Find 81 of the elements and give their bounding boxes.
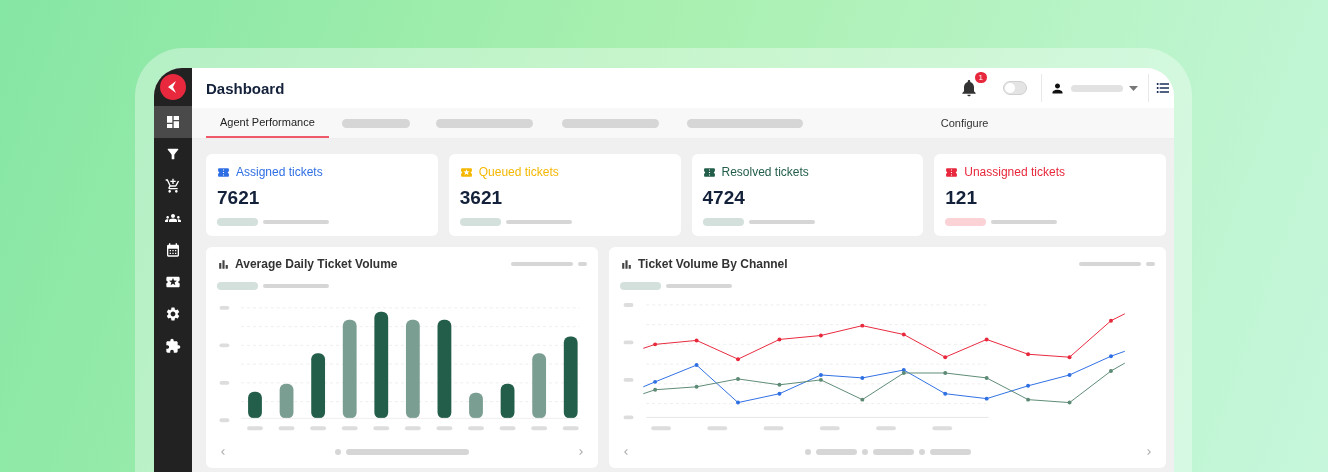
placeholder-bar [929,449,971,455]
axis-label-placeholder [499,426,516,431]
axis-label-placeholder [763,426,784,431]
placeholder-bar [861,449,868,455]
axis-label-placeholder [219,418,230,423]
stat-label: Assigned tickets [236,165,323,179]
cart-icon [165,178,181,194]
axis-label-placeholder [436,426,453,431]
axis-label-placeholder [219,380,230,385]
caret-icon [1129,85,1138,91]
placeholder-bar [1079,262,1141,266]
axis-label-placeholder [341,426,358,431]
stat-value: 3621 [459,187,504,209]
sidebar-item[interactable] [154,106,192,138]
axis-label-placeholder [310,426,327,431]
chart-bar [500,383,515,419]
axis-label-placeholder [876,426,896,431]
axis-label-placeholder [373,426,390,431]
placeholder-bar [511,262,573,266]
axis-label-placeholder [404,426,421,431]
calendar-icon [165,242,181,258]
axis-label-placeholder [219,343,230,348]
placeholder-bar [335,449,341,455]
notification-button[interactable] [959,78,979,98]
placeholder-bar [217,282,258,290]
chart-bar [311,353,326,419]
axis-label-placeholder [623,302,634,307]
placeholder-bar [578,262,587,266]
bar-chart-icon [217,257,230,271]
axis-label-placeholder [278,426,295,431]
placeholder-bar [815,449,857,455]
settings-icon [165,306,181,322]
axis-label-placeholder [247,426,263,431]
placeholder-bar [804,449,811,455]
stat-value: 7621 [217,187,261,209]
stat-value: 121 [945,187,978,209]
chart-bar [279,383,294,419]
placeholder-bar [1071,84,1123,92]
page-title: Dashboard [206,79,286,97]
placeholder-bar [666,284,732,288]
toggle-switch[interactable] [1003,81,1027,95]
logo-icon[interactable] [160,74,186,100]
axis-label-placeholder [819,426,840,431]
menu-icon[interactable] [1155,80,1171,96]
placeholder-bar [918,449,925,455]
configure-link[interactable]: Configure [940,117,989,129]
chart-bar [532,353,547,419]
tab[interactable]: Agent Performance [206,108,329,138]
axis-label-placeholder [707,426,728,431]
stat-value: 4724 [702,187,746,209]
axis-label-placeholder [651,426,671,431]
axis-label-placeholder [219,305,230,310]
notification-badge: 1 [974,72,987,83]
chart-title: Ticket Volume By Channel [638,257,789,271]
ticket-icon [165,274,181,290]
placeholder-bar [263,284,329,288]
axis-label-placeholder [623,415,634,420]
puzzle-icon [165,338,181,354]
placeholder-bar [748,220,815,224]
axis-label-placeholder [531,426,548,431]
stat-label: Resolved tickets [721,165,809,179]
bar-chart-icon [620,257,633,271]
placeholder-bar [341,118,410,128]
placeholder-bar [991,220,1058,224]
axis-label-placeholder [468,426,484,431]
placeholder-bar [620,282,661,290]
chart-bar [469,392,483,419]
placeholder-bar [872,449,914,455]
placeholder-bar [1146,262,1155,266]
placeholder-bar [505,220,572,224]
chart-bar [248,391,262,419]
axis-label-placeholder [562,426,579,431]
funnel-icon [165,146,181,162]
stat-label: Queued tickets [478,165,559,179]
axis-label-placeholder [623,340,634,345]
chart-title: Average Daily Ticket Volume [235,257,399,271]
dashboard-icon [165,114,181,130]
stat-label: Unassigned tickets [964,165,1065,179]
placeholder-bar [263,220,329,224]
axis-label-placeholder [932,426,953,431]
axis-label-placeholder [623,377,634,382]
